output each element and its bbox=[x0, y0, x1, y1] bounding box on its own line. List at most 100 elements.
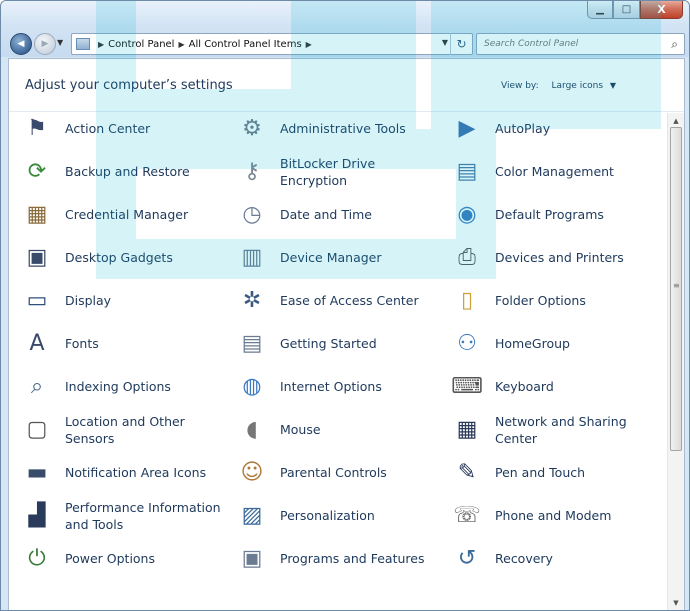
control-panel-item-label: Display bbox=[65, 293, 112, 309]
printer-icon: ⎙ bbox=[458, 245, 476, 270]
control-panel-item-label: AutoPlay bbox=[495, 121, 551, 137]
control-panel-item[interactable]: ◷ Date and Time bbox=[236, 195, 446, 235]
control-panel-item-label: Indexing Options bbox=[65, 379, 171, 395]
scrollbar-thumb[interactable]: ≡ bbox=[670, 127, 682, 451]
control-panel-item[interactable]: ⚷ BitLocker Drive Encryption bbox=[236, 152, 446, 192]
personalization-icon: ▨ bbox=[241, 503, 263, 528]
control-panel-item[interactable]: ▥ Device Manager bbox=[236, 238, 446, 278]
control-panel-window: ▁ □ X ◀ ▶ ▼ ▶ Control Panel ▶ All Contro… bbox=[0, 0, 690, 611]
recovery-icon: ↺ bbox=[457, 546, 477, 571]
control-panel-item[interactable]: ☺ Parental Controls bbox=[236, 453, 446, 493]
control-panel-item-label: Keyboard bbox=[495, 379, 554, 395]
search-box[interactable]: ⌕ bbox=[476, 33, 685, 55]
back-button[interactable]: ◀ bbox=[10, 33, 32, 55]
control-panel-item[interactable]: ⏻ Power Options bbox=[21, 539, 231, 579]
maximize-button[interactable]: □ bbox=[613, 1, 640, 19]
gadgets-icon: ▣ bbox=[26, 245, 48, 270]
control-panel-item[interactable]: ▣ Desktop Gadgets bbox=[21, 238, 231, 278]
control-panel-item[interactable]: ⚙ Administrative Tools bbox=[236, 109, 446, 149]
address-dropdown-button[interactable]: ▼ bbox=[442, 38, 448, 47]
control-panel-item[interactable]: ▶ AutoPlay bbox=[451, 109, 661, 149]
scroll-down-arrow-icon[interactable]: ▼ bbox=[668, 595, 684, 610]
control-panel-item[interactable]: ▢ Location and Other Sensors bbox=[21, 410, 231, 450]
control-panel-item-label: Internet Options bbox=[280, 379, 382, 395]
control-panel-item-label: Date and Time bbox=[280, 207, 372, 223]
control-panel-item[interactable]: ▣ Programs and Features bbox=[236, 539, 446, 579]
control-panel-item-label: Credential Manager bbox=[65, 207, 189, 223]
control-panel-item[interactable]: ▯ Folder Options bbox=[451, 281, 661, 321]
admin-tools-icon: ⚙ bbox=[242, 116, 262, 141]
vertical-scrollbar[interactable]: ▲ ≡ ▼ bbox=[667, 113, 684, 610]
phone-icon: ☏ bbox=[453, 503, 481, 528]
control-panel-item-label: Parental Controls bbox=[280, 465, 387, 481]
bitlocker-icon: ⚷ bbox=[243, 159, 261, 184]
control-panel-item-label: Devices and Printers bbox=[495, 250, 624, 266]
globe-icon: ◍ bbox=[242, 374, 262, 399]
ease-access-icon: ✲ bbox=[242, 288, 262, 313]
notification-icon: ▬ bbox=[26, 460, 48, 485]
control-panel-item[interactable]: ⟳ Backup and Restore bbox=[21, 152, 231, 192]
control-panel-item-label: Backup and Restore bbox=[65, 164, 190, 180]
control-panel-item[interactable]: A Fonts bbox=[21, 324, 231, 364]
getting-started-icon: ▤ bbox=[241, 331, 263, 356]
control-panel-item[interactable]: ☏ Phone and Modem bbox=[451, 496, 661, 536]
refresh-button[interactable]: ↻ bbox=[450, 33, 472, 55]
control-panel-item-label: HomeGroup bbox=[495, 336, 570, 352]
breadcrumb-all-items[interactable]: All Control Panel Items bbox=[189, 39, 302, 50]
control-panel-item[interactable]: ⚇ HomeGroup bbox=[451, 324, 661, 364]
control-panel-item[interactable]: ✎ Pen and Touch bbox=[451, 453, 661, 493]
control-panel-item-label: Power Options bbox=[65, 551, 155, 567]
control-panel-item[interactable]: ◍ Internet Options bbox=[236, 367, 446, 407]
control-panel-item-label: Network and Sharing Center bbox=[495, 413, 627, 447]
control-panel-item[interactable]: ↺ Recovery bbox=[451, 539, 661, 579]
breadcrumb-chevron-icon[interactable]: ▶ bbox=[306, 40, 312, 49]
control-panel-item-label: BitLocker Drive Encryption bbox=[280, 155, 376, 189]
search-input[interactable] bbox=[477, 39, 657, 49]
control-panel-item[interactable]: ◉ Default Programs bbox=[451, 195, 661, 235]
network-icon: ▦ bbox=[456, 417, 478, 442]
chevron-down-icon[interactable]: ▼ bbox=[610, 81, 616, 90]
address-bar[interactable]: ▶ Control Panel ▶ All Control Panel Item… bbox=[71, 33, 473, 55]
credential-icon: ▦ bbox=[26, 202, 48, 227]
control-panel-item-label: Programs and Features bbox=[280, 551, 425, 567]
control-panel-item[interactable]: ▤ Getting Started bbox=[236, 324, 446, 364]
view-by-label: View by: bbox=[501, 81, 539, 91]
breadcrumb-chevron-icon[interactable]: ▶ bbox=[178, 40, 184, 49]
homegroup-icon: ⚇ bbox=[457, 331, 477, 356]
control-panel-item[interactable]: ▨ Personalization bbox=[236, 496, 446, 536]
search-icon[interactable]: ⌕ bbox=[671, 37, 678, 52]
control-panel-item[interactable]: ▭ Display bbox=[21, 281, 231, 321]
control-panel-item[interactable]: ▤ Color Management bbox=[451, 152, 661, 192]
control-panel-item[interactable]: ✲ Ease of Access Center bbox=[236, 281, 446, 321]
control-panel-item[interactable]: ▟ Performance Information and Tools bbox=[21, 496, 231, 536]
control-panel-item[interactable]: ⎙ Devices and Printers bbox=[451, 238, 661, 278]
control-panel-item-label: Ease of Access Center bbox=[280, 293, 419, 309]
close-button[interactable]: X bbox=[640, 1, 683, 19]
recent-pages-dropdown[interactable]: ▼ bbox=[57, 38, 63, 47]
display-icon: ▭ bbox=[26, 288, 48, 313]
control-panel-item-label: Color Management bbox=[495, 164, 614, 180]
control-panel-item-label: Recovery bbox=[495, 551, 553, 567]
caption-buttons: ▁ □ X bbox=[587, 1, 683, 19]
page-title: Adjust your computer’s settings bbox=[25, 78, 233, 93]
pen-icon: ✎ bbox=[457, 460, 477, 485]
control-panel-item-label: Performance Information and Tools bbox=[65, 499, 221, 533]
control-panel-item[interactable]: ▦ Credential Manager bbox=[21, 195, 231, 235]
control-panel-item[interactable]: ⌕ Indexing Options bbox=[21, 367, 231, 407]
forward-button[interactable]: ▶ bbox=[34, 33, 56, 55]
flag-icon: ⚑ bbox=[27, 116, 47, 141]
control-panel-item[interactable]: ◖ Mouse bbox=[236, 410, 446, 450]
control-panel-item[interactable]: ⚑ Action Center bbox=[21, 109, 231, 149]
forward-arrow-icon: ▶ bbox=[41, 39, 49, 49]
breadcrumb-control-panel[interactable]: Control Panel bbox=[108, 39, 174, 50]
control-panel-item[interactable]: ▦ Network and Sharing Center bbox=[451, 410, 661, 450]
control-panel-item[interactable]: ⌨ Keyboard bbox=[451, 367, 661, 407]
refresh-icon: ↻ bbox=[456, 37, 467, 51]
content-header: Adjust your computer’s settings View by:… bbox=[9, 59, 684, 117]
view-by-value[interactable]: Large icons bbox=[552, 81, 604, 91]
default-programs-icon: ◉ bbox=[457, 202, 477, 227]
breadcrumb-chevron-icon[interactable]: ▶ bbox=[98, 40, 104, 49]
control-panel-item[interactable]: ▬ Notification Area Icons bbox=[21, 453, 231, 493]
view-by-control[interactable]: View by: Large icons ▼ bbox=[501, 81, 616, 91]
minimize-button[interactable]: ▁ bbox=[587, 1, 613, 19]
